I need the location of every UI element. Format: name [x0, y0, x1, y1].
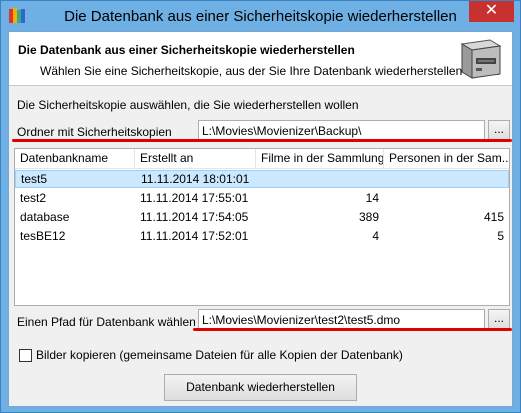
restore-database-button[interactable]: Datenbank wiederherstellen: [164, 374, 357, 401]
copy-images-checkbox[interactable]: [19, 349, 32, 362]
column-header-films[interactable]: Filme in der Sammlung: [256, 149, 384, 169]
table-row[interactable]: tesBE12 11.11.2014 17:52:01 4 5: [15, 228, 509, 246]
table-row[interactable]: test2 11.11.2014 17:55:01 14: [15, 190, 509, 208]
dialog-body: Die Datenbank aus einer Sicherheitskopie…: [8, 31, 513, 407]
close-button[interactable]: ✕: [469, 1, 514, 22]
cell-created: 11.11.2014 17:55:01: [140, 191, 249, 205]
cell-name: database: [20, 210, 70, 224]
title-bar[interactable]: Die Datenbank aus einer Sicherheitskopie…: [1, 1, 520, 31]
list-header: Datenbankname Erstellt an Filme in der S…: [15, 149, 509, 169]
section-label: Die Sicherheitskopie auswählen, die Sie …: [17, 98, 359, 112]
database-server-icon: [460, 39, 502, 79]
cell-persons: [384, 190, 509, 208]
header-subtitle: Wählen Sie eine Sicherheitskopie, aus de…: [40, 64, 500, 78]
cell-films: [257, 171, 385, 189]
column-header-created[interactable]: Erstellt an: [135, 149, 256, 169]
cell-name: test5: [21, 172, 48, 186]
cell-created: 11.11.2014 17:52:01: [140, 229, 249, 243]
backup-folder-label: Ordner mit Sicherheitskopien: [17, 125, 172, 139]
window-title: Die Datenbank aus einer Sicherheitskopie…: [64, 8, 457, 25]
annotation-underline: [12, 139, 512, 142]
cell-persons: 415: [483, 210, 504, 224]
column-header-persons[interactable]: Personen in der Sam...: [384, 149, 509, 169]
copy-images-label[interactable]: Bilder kopieren (gemeinsame Dateien für …: [36, 348, 403, 362]
cell-persons: [385, 171, 509, 189]
cell-created: 11.11.2014 17:54:05: [140, 210, 249, 224]
table-row[interactable]: database 11.11.2014 17:54:05 389 415: [15, 209, 509, 227]
cell-created: 11.11.2014 18:01:01: [141, 172, 250, 186]
cell-persons: 5: [497, 229, 504, 243]
dialog-header: Die Datenbank aus einer Sicherheitskopie…: [9, 32, 512, 86]
cell-name: test2: [20, 191, 47, 205]
cell-name: tesBE12: [20, 229, 66, 243]
cell-films: 389: [358, 210, 379, 224]
header-title: Die Datenbank aus einer Sicherheitskopie…: [18, 43, 355, 57]
backup-list[interactable]: Datenbankname Erstellt an Filme in der S…: [14, 148, 510, 306]
annotation-underline: [193, 328, 512, 331]
dialog-window: Die Datenbank aus einer Sicherheitskopie…: [0, 0, 521, 413]
cell-films: 14: [365, 191, 379, 205]
db-path-label: Einen Pfad für Datenbank wählen: [17, 315, 196, 329]
table-row[interactable]: test5 11.11.2014 18:01:01: [15, 170, 509, 188]
cell-films: 4: [372, 229, 379, 243]
column-header-name[interactable]: Datenbankname: [15, 149, 135, 169]
